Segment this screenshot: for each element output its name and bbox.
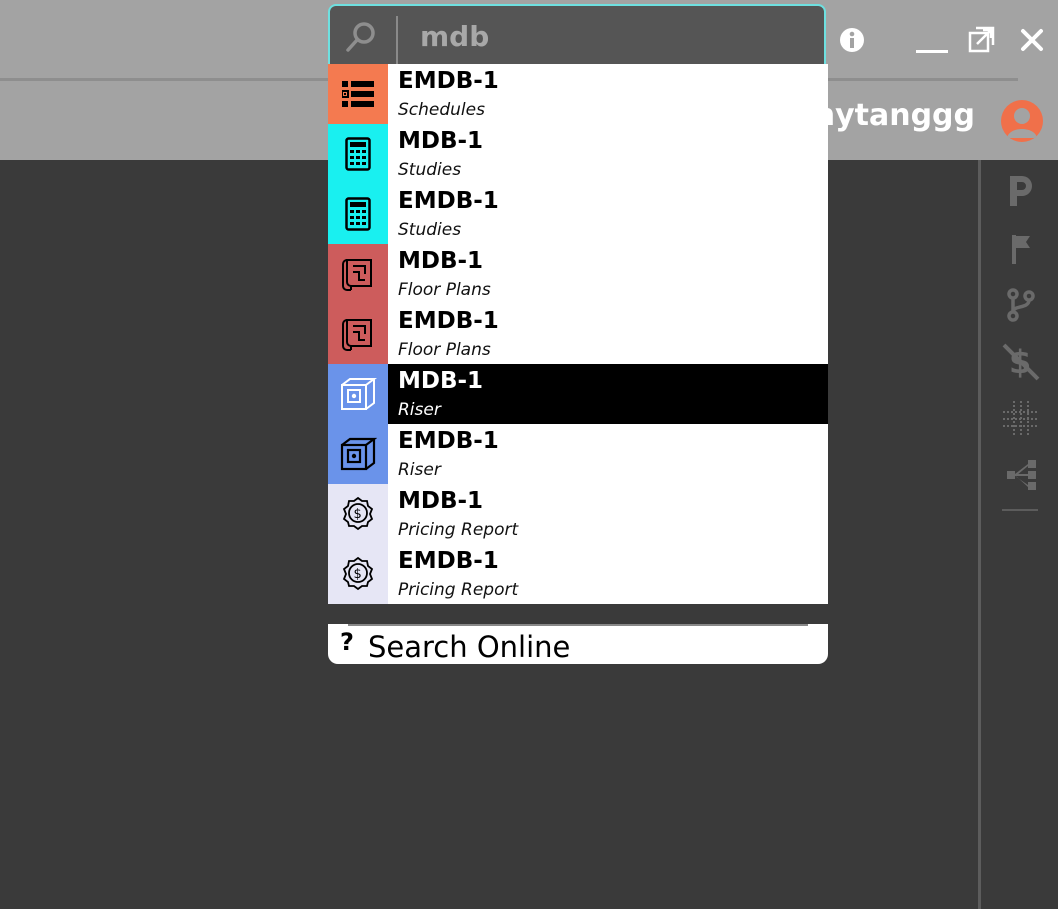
close-icon[interactable] — [1014, 22, 1050, 58]
user-avatar-icon[interactable] — [1001, 100, 1043, 142]
search-icon[interactable] — [344, 20, 378, 54]
branch-icon[interactable] — [1000, 284, 1042, 326]
result-title: EMDB-1 — [398, 308, 499, 334]
svg-text:$: $ — [354, 567, 362, 582]
result-item[interactable]: EMDB-1 Floor Plans — [328, 304, 828, 364]
minimize-icon[interactable] — [914, 22, 950, 58]
result-item[interactable]: $ EMDB-1 Pricing Report — [328, 544, 828, 604]
result-item[interactable]: EMDB-1 Schedules — [328, 64, 828, 124]
result-category: Riser — [398, 460, 441, 480]
flag-icon[interactable] — [1000, 228, 1042, 270]
result-category: Floor Plans — [398, 340, 491, 360]
floor-plan-icon — [328, 244, 388, 304]
result-category: Riser — [398, 400, 441, 420]
result-item-selected[interactable]: MDB-1 Riser — [328, 364, 828, 424]
pricing-badge-icon: $ — [328, 484, 388, 544]
search-online-button[interactable]: ? Search Online — [328, 624, 828, 664]
result-item[interactable]: EMDB-1 Riser — [328, 424, 828, 484]
result-title: MDB-1 — [398, 368, 484, 394]
svg-text:$: $ — [354, 507, 362, 522]
search-input[interactable] — [420, 14, 810, 58]
p-icon[interactable] — [1000, 170, 1042, 212]
result-item[interactable]: $ MDB-1 Pricing Report — [328, 484, 828, 544]
result-title: EMDB-1 — [398, 428, 499, 454]
result-item[interactable]: MDB-1 Floor Plans — [328, 244, 828, 304]
list-icon — [328, 64, 388, 124]
search-divider — [396, 16, 398, 64]
riser-cube-icon — [328, 424, 388, 484]
result-title: MDB-1 — [398, 248, 484, 274]
right-rail-divider — [978, 160, 981, 909]
result-category: Pricing Report — [398, 520, 519, 540]
result-category: Studies — [398, 160, 462, 180]
riser-cube-icon — [328, 364, 388, 424]
question-mark-icon: ? — [340, 628, 354, 656]
result-category: Pricing Report — [398, 580, 519, 600]
search-online-label: Search Online — [368, 630, 571, 664]
calculator-icon — [328, 184, 388, 244]
restore-icon[interactable] — [964, 22, 1000, 58]
pricing-badge-icon: $ — [328, 544, 388, 604]
result-item[interactable]: MDB-1 Studies — [328, 124, 828, 184]
result-title: EMDB-1 — [398, 188, 499, 214]
result-title: EMDB-1 — [398, 548, 499, 574]
result-category: Schedules — [398, 100, 485, 120]
result-category: Floor Plans — [398, 280, 491, 300]
result-title: MDB-1 — [398, 488, 484, 514]
search-bar — [328, 4, 826, 64]
rail-separator — [1002, 509, 1038, 511]
floor-plan-icon — [328, 304, 388, 364]
grid-icon[interactable] — [1000, 398, 1042, 440]
result-category: Studies — [398, 220, 462, 240]
no-dollar-icon[interactable]: $ — [1000, 341, 1042, 383]
calculator-icon — [328, 124, 388, 184]
info-icon[interactable] — [834, 22, 870, 58]
result-title: MDB-1 — [398, 128, 484, 154]
result-title: EMDB-1 — [398, 68, 499, 94]
footer-divider — [348, 624, 808, 626]
username: nytanggg — [813, 98, 975, 133]
hierarchy-icon[interactable] — [1000, 454, 1042, 496]
results-list: EMDB-1 Schedules MDB-1 Studies EMDB-1 St… — [328, 64, 828, 604]
result-item[interactable]: EMDB-1 Studies — [328, 184, 828, 244]
